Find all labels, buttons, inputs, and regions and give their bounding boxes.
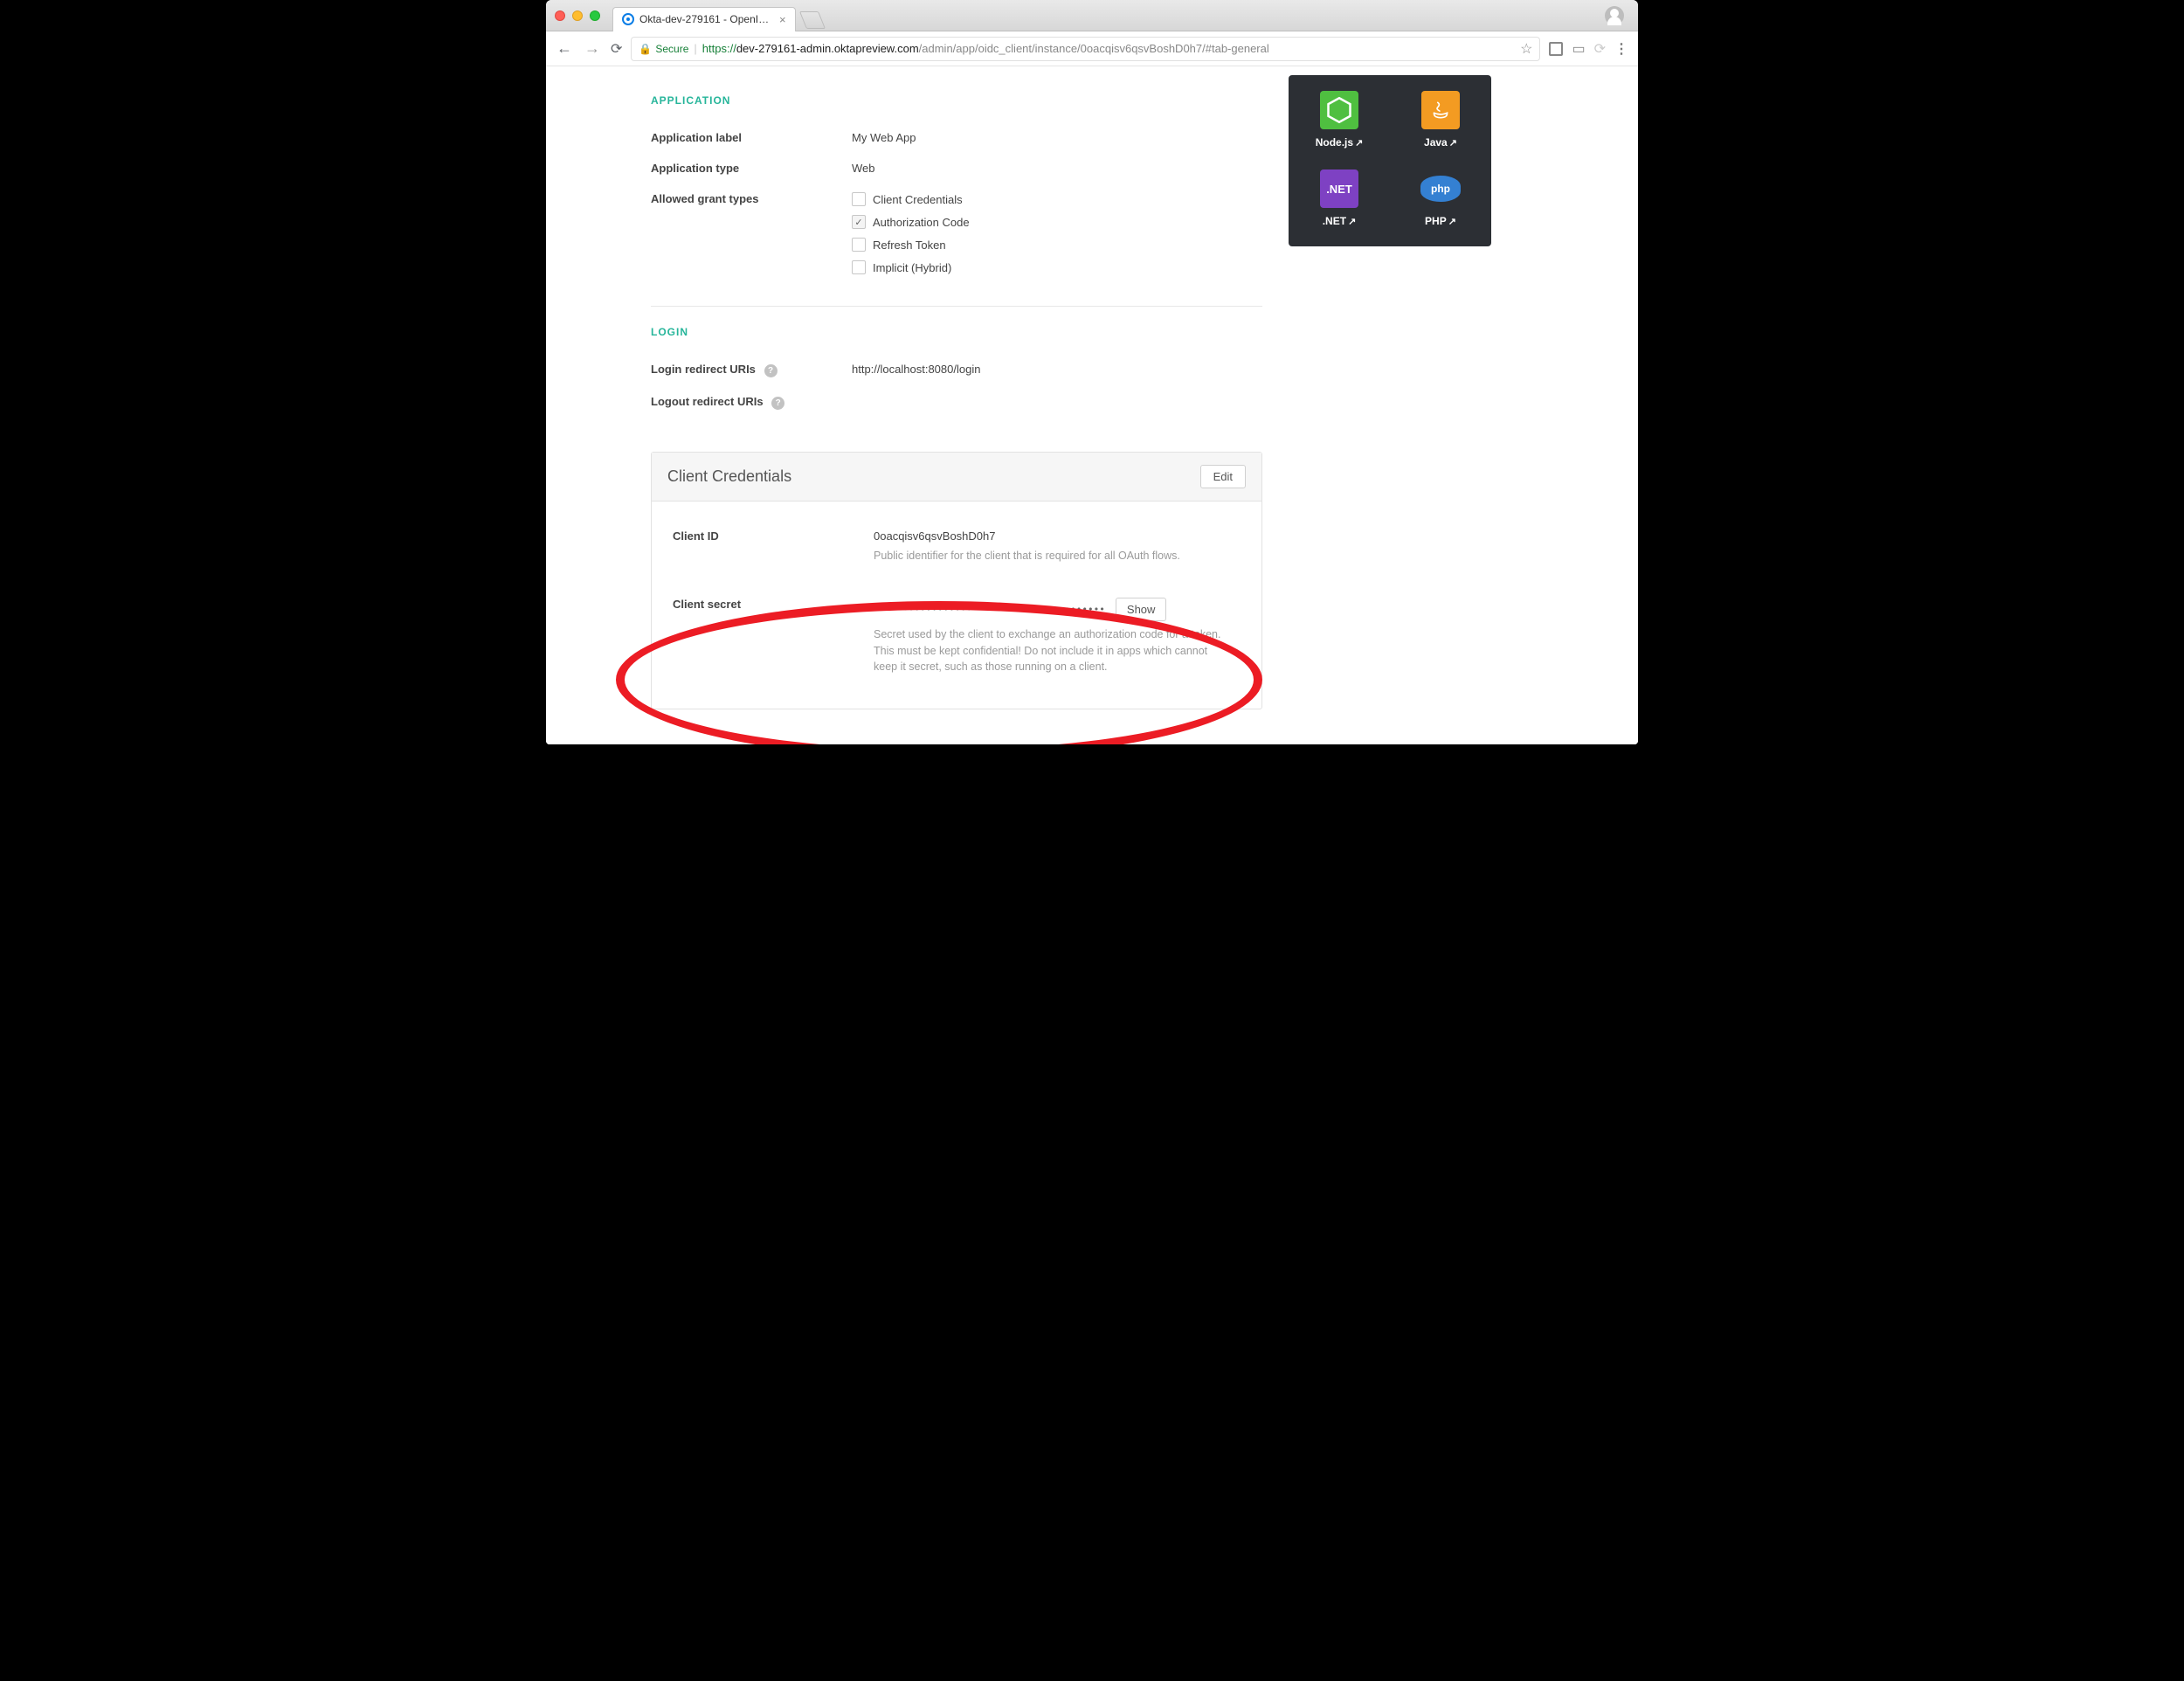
field-application-label: Application label My Web App	[651, 122, 1262, 153]
tab-title: Okta-dev-279161 - OpenID Co	[639, 13, 771, 25]
client-credentials-card: Client Credentials Edit Client ID 0oacqi…	[651, 452, 1262, 709]
logout-redirect-label-text: Logout redirect URIs	[651, 395, 764, 408]
login-redirect-label: Login redirect URIs ?	[651, 363, 852, 377]
window-controls	[555, 10, 600, 21]
external-link-icon: ↗	[1355, 138, 1363, 149]
app-label-value: My Web App	[852, 131, 916, 144]
sdk-dotnet[interactable]: .NET .NET↗	[1289, 169, 1390, 227]
sdk-panel: Node.js↗ Java↗ .NET .NET↗ php PHP	[1289, 75, 1491, 246]
forward-button[interactable]: →	[583, 39, 602, 58]
menu-icon[interactable]: ⋮	[1614, 40, 1629, 58]
field-login-redirect: Login redirect URIs ? http://localhost:8…	[651, 354, 1262, 386]
browser-tab[interactable]: Okta-dev-279161 - OpenID Co ×	[612, 7, 796, 31]
client-secret-label: Client secret	[673, 598, 874, 675]
secure-label: Secure	[655, 43, 688, 55]
sdk-label: .NET	[1323, 215, 1346, 227]
sdk-label: Node.js	[1316, 136, 1353, 149]
url-host: dev-279161-admin.oktapreview.com	[736, 42, 919, 55]
maximize-window-button[interactable]	[590, 10, 600, 21]
okta-favicon-icon	[622, 13, 634, 25]
login-redirect-label-text: Login redirect URIs	[651, 363, 756, 376]
client-id-value: 0oacqisv6qsvBoshD0h7	[874, 529, 1180, 543]
divider	[651, 306, 1262, 307]
external-link-icon: ↗	[1348, 217, 1356, 227]
back-button[interactable]: ←	[555, 39, 574, 58]
bookmark-star-icon[interactable]: ☆	[1520, 40, 1532, 58]
browser-window: Okta-dev-279161 - OpenID Co × ← → ⟳ 🔒 Se…	[546, 0, 1638, 744]
secure-indicator: 🔒 Secure	[639, 43, 688, 55]
help-icon[interactable]: ?	[771, 397, 784, 410]
client-id-desc: Public identifier for the client that is…	[874, 548, 1180, 564]
dotnet-icon: .NET	[1320, 169, 1358, 208]
grant-authorization-code[interactable]: ✓ Authorization Code	[852, 215, 970, 229]
reload-button[interactable]: ⟳	[611, 40, 622, 58]
show-secret-button[interactable]: Show	[1116, 598, 1167, 621]
external-link-icon: ↗	[1449, 138, 1457, 149]
sdk-label: PHP	[1425, 215, 1447, 227]
edit-button[interactable]: Edit	[1200, 465, 1246, 488]
sync-icon[interactable]: ⟳	[1594, 40, 1606, 58]
client-id-label: Client ID	[673, 529, 874, 564]
address-bar[interactable]: 🔒 Secure | https://dev-279161-admin.okta…	[631, 37, 1540, 61]
checkbox-icon[interactable]	[852, 238, 866, 252]
extension-icon[interactable]	[1549, 42, 1563, 56]
field-client-id: Client ID 0oacqisv6qsvBoshD0h7 Public id…	[673, 521, 1241, 573]
grant-implicit-hybrid[interactable]: Implicit (Hybrid)	[852, 260, 970, 274]
card-header: Client Credentials Edit	[652, 453, 1261, 502]
checkbox-icon[interactable]	[852, 192, 866, 206]
help-icon[interactable]: ?	[764, 364, 778, 377]
card-title: Client Credentials	[667, 467, 1200, 486]
section-login-title: LOGIN	[651, 326, 1262, 338]
page-content: APPLICATION Application label My Web App…	[546, 66, 1638, 744]
close-tab-icon[interactable]: ×	[779, 13, 786, 26]
grant-label: Authorization Code	[873, 216, 970, 229]
php-icon: php	[1420, 176, 1461, 202]
app-label-label: Application label	[651, 131, 852, 144]
checkbox-checked-icon[interactable]: ✓	[852, 215, 866, 229]
client-secret-value: ••••••••••••••••••••••••••••••••••••••••	[874, 604, 1105, 615]
grants-label: Allowed grant types	[651, 192, 852, 274]
logout-redirect-label: Logout redirect URIs ?	[651, 395, 852, 410]
nodejs-icon	[1320, 91, 1358, 129]
url-scheme: https://	[702, 42, 736, 55]
close-window-button[interactable]	[555, 10, 565, 21]
field-grant-types: Allowed grant types Client Credentials ✓…	[651, 183, 1262, 283]
cast-icon[interactable]: ▭	[1572, 40, 1585, 58]
sdk-label: Java	[1424, 136, 1448, 149]
client-secret-desc: Secret used by the client to exchange an…	[874, 626, 1223, 675]
titlebar: Okta-dev-279161 - OpenID Co ×	[546, 0, 1638, 31]
main-column: APPLICATION Application label My Web App…	[651, 75, 1262, 709]
extension-icons: ▭ ⟳ ⋮	[1549, 40, 1629, 58]
checkbox-icon[interactable]	[852, 260, 866, 274]
app-type-label: Application type	[651, 162, 852, 175]
field-client-secret: Client secret ••••••••••••••••••••••••••…	[673, 589, 1241, 684]
profile-avatar-icon[interactable]	[1605, 6, 1624, 25]
url-path: /admin/app/oidc_client/instance/0oacqisv…	[919, 42, 1269, 55]
app-type-value: Web	[852, 162, 875, 175]
sdk-java[interactable]: Java↗	[1390, 91, 1491, 149]
browser-toolbar: ← → ⟳ 🔒 Secure | https://dev-279161-admi…	[546, 31, 1638, 66]
new-tab-button[interactable]	[799, 11, 826, 29]
lock-icon: 🔒	[639, 43, 652, 55]
grant-refresh-token[interactable]: Refresh Token	[852, 238, 970, 252]
sdk-php[interactable]: php PHP↗	[1390, 169, 1491, 227]
grant-label: Client Credentials	[873, 193, 963, 206]
field-application-type: Application type Web	[651, 153, 1262, 183]
login-redirect-value: http://localhost:8080/login	[852, 363, 980, 377]
field-logout-redirect: Logout redirect URIs ?	[651, 386, 1262, 419]
grant-label: Refresh Token	[873, 239, 946, 252]
sdk-nodejs[interactable]: Node.js↗	[1289, 91, 1390, 149]
grant-label: Implicit (Hybrid)	[873, 261, 951, 274]
external-link-icon: ↗	[1448, 217, 1456, 227]
grant-client-credentials[interactable]: Client Credentials	[852, 192, 970, 206]
minimize-window-button[interactable]	[572, 10, 583, 21]
section-application-title: APPLICATION	[651, 94, 1262, 107]
url-text: https://dev-279161-admin.oktapreview.com…	[702, 42, 1269, 55]
java-icon	[1421, 91, 1460, 129]
